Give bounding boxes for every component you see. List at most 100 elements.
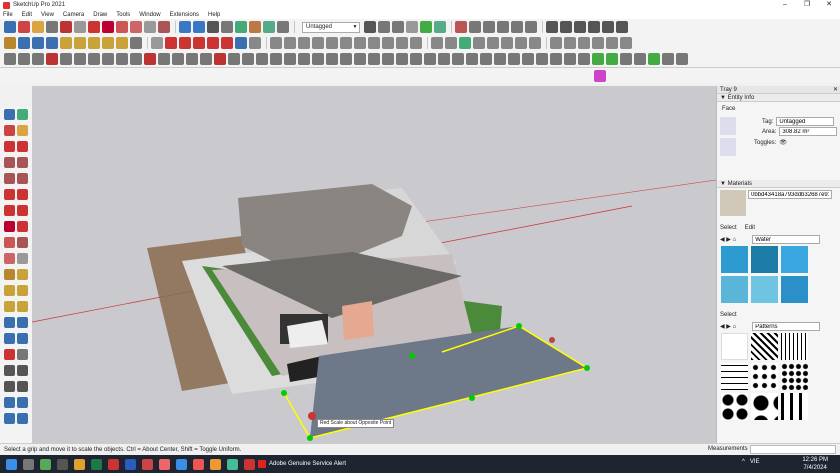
house-4-icon[interactable]: [515, 37, 527, 49]
extension-warehouse-icon[interactable]: [263, 21, 275, 33]
left-offset-icon[interactable]: [17, 253, 28, 264]
shadow-icon[interactable]: [431, 37, 443, 49]
walk-icon[interactable]: [546, 21, 558, 33]
left-select-icon[interactable]: [4, 109, 15, 120]
right-view-icon[interactable]: [497, 21, 509, 33]
plugin-28-icon[interactable]: [382, 53, 394, 65]
subtract-icon[interactable]: [193, 37, 205, 49]
left-axes-icon[interactable]: [4, 301, 15, 312]
plugin-21-icon[interactable]: [284, 53, 296, 65]
house-5-icon[interactable]: [529, 37, 541, 49]
left-orbit-icon[interactable]: [4, 317, 15, 328]
plugin-16-icon[interactable]: [214, 53, 226, 65]
house-icon[interactable]: [473, 37, 485, 49]
house-3-icon[interactable]: [501, 37, 513, 49]
back-view-icon[interactable]: [511, 21, 523, 33]
adobe-alert-button[interactable]: Adobe Genuine Service Alert: [258, 458, 346, 470]
plugin-1-icon[interactable]: [4, 53, 16, 65]
plugin-33-icon[interactable]: [452, 53, 464, 65]
app-5-icon[interactable]: [193, 458, 204, 470]
left-text-icon[interactable]: [17, 285, 28, 296]
offset-tool-icon[interactable]: [144, 21, 156, 33]
display-sections-icon[interactable]: [602, 21, 614, 33]
left-pushpull-icon[interactable]: [17, 221, 28, 232]
plugin-13-icon[interactable]: [172, 53, 184, 65]
menu-edit[interactable]: Edit: [22, 12, 32, 18]
menu-help[interactable]: Help: [208, 12, 220, 18]
plugin-49-icon[interactable]: [676, 53, 688, 65]
intersect-icon[interactable]: [165, 37, 177, 49]
file-explorer-icon[interactable]: [74, 458, 85, 470]
plugin-8-icon[interactable]: [102, 53, 114, 65]
protractor-icon[interactable]: [60, 37, 72, 49]
left-prev-icon[interactable]: [17, 349, 28, 360]
left-stamp-icon[interactable]: [4, 413, 15, 424]
plugin-18-icon[interactable]: [242, 53, 254, 65]
follow-me-icon[interactable]: [158, 21, 170, 33]
paint-bucket-icon[interactable]: [32, 21, 44, 33]
section-cuts-icon[interactable]: [616, 21, 628, 33]
zoom-icon[interactable]: [46, 37, 58, 49]
left-view-icon[interactable]: [525, 21, 537, 33]
union-icon[interactable]: [179, 37, 191, 49]
plugin-34-icon[interactable]: [466, 53, 478, 65]
left-3dtext-icon[interactable]: [17, 301, 28, 312]
plugin-4-icon[interactable]: [46, 53, 58, 65]
pan-icon[interactable]: [32, 37, 44, 49]
text-tool-icon[interactable]: [88, 37, 100, 49]
plugin-25-icon[interactable]: [340, 53, 352, 65]
plugin-38-icon[interactable]: [522, 53, 534, 65]
left-drape-icon[interactable]: [17, 413, 28, 424]
hand-3-icon[interactable]: [592, 37, 604, 49]
plugin-40-icon[interactable]: [550, 53, 562, 65]
maximize-button[interactable]: ❐: [796, 0, 818, 10]
box-6-icon[interactable]: [396, 37, 408, 49]
plugin-10-icon[interactable]: [130, 53, 142, 65]
left-pan-icon[interactable]: [17, 317, 28, 328]
plugin-26-icon[interactable]: [354, 53, 366, 65]
push-pull-icon[interactable]: [88, 21, 100, 33]
top-view-icon[interactable]: [469, 21, 481, 33]
left-walk-icon[interactable]: [17, 365, 28, 376]
line-tool-icon[interactable]: [46, 21, 58, 33]
scale-tool-icon[interactable]: [130, 21, 142, 33]
water-swatch-2[interactable]: [751, 246, 778, 273]
plugin-12-icon[interactable]: [158, 53, 170, 65]
print-icon[interactable]: [207, 21, 219, 33]
plugin-43-icon[interactable]: [592, 53, 604, 65]
tag-input[interactable]: [776, 117, 835, 126]
model-canvas[interactable]: [32, 86, 716, 443]
firefox-icon[interactable]: [210, 458, 221, 470]
plugin-39-icon[interactable]: [536, 53, 548, 65]
start-icon[interactable]: [6, 458, 17, 470]
pattern-swatch-2[interactable]: [751, 333, 778, 360]
box-3-icon[interactable]: [354, 37, 366, 49]
box-5-icon[interactable]: [382, 37, 394, 49]
left-arc-icon[interactable]: [4, 189, 15, 200]
pattern-swatch-9[interactable]: [781, 393, 808, 420]
language-indicator[interactable]: VIE: [750, 459, 760, 465]
plugin-20-icon[interactable]: [270, 53, 282, 65]
edge-icon[interactable]: [176, 458, 187, 470]
solid-tools-icon[interactable]: [249, 37, 261, 49]
plugin-9-icon[interactable]: [116, 53, 128, 65]
pattern-swatch-5[interactable]: [751, 363, 778, 390]
pattern-swatch-4[interactable]: [721, 363, 748, 390]
front-face-swatch[interactable]: [720, 117, 736, 135]
plugin-45-icon[interactable]: [620, 53, 632, 65]
plugin-47-icon[interactable]: [648, 53, 660, 65]
pattern-collection-select[interactable]: [752, 322, 821, 331]
front-view-icon[interactable]: [483, 21, 495, 33]
plugin-22-icon[interactable]: [298, 53, 310, 65]
left-section-icon[interactable]: [17, 381, 28, 392]
pattern-swatch-1[interactable]: [721, 333, 748, 360]
tray-close-icon[interactable]: ✕: [833, 86, 838, 94]
hand-2-icon[interactable]: [578, 37, 590, 49]
plugin-14-icon[interactable]: [186, 53, 198, 65]
fog-icon[interactable]: [445, 37, 457, 49]
left-zoomext-icon[interactable]: [4, 349, 15, 360]
left-eraser-icon[interactable]: [4, 125, 15, 136]
left-line-icon[interactable]: [4, 141, 15, 152]
water-swatch-3[interactable]: [781, 246, 808, 273]
camera-icon[interactable]: [298, 37, 310, 49]
